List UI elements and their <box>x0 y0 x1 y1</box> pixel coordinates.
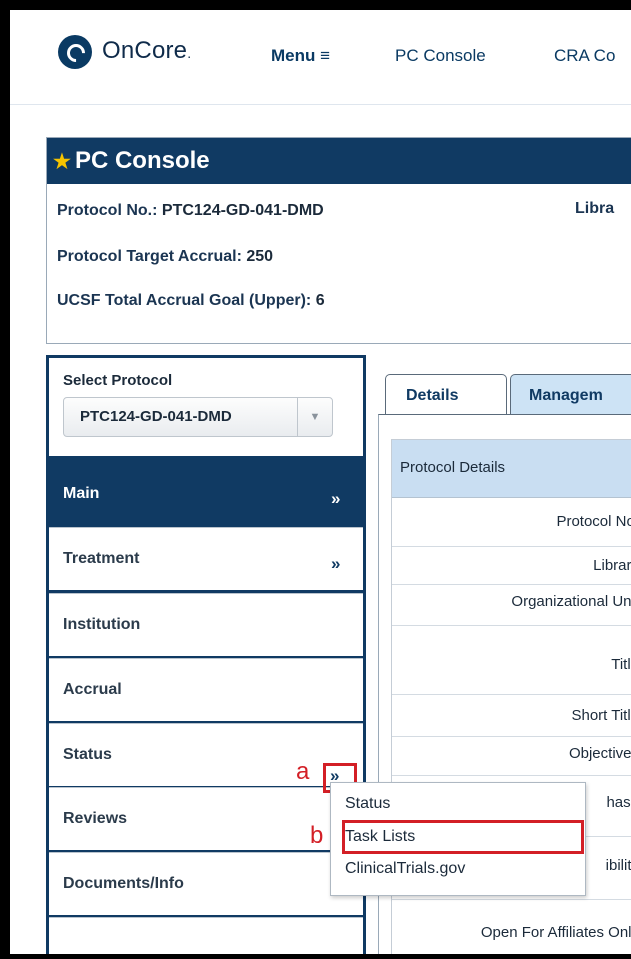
page-title: ★ PC Console <box>47 138 631 184</box>
callout-b-label: b <box>310 822 324 849</box>
table-row: Open For Affiliates Only <box>392 900 631 954</box>
dropdown-arrow-icon[interactable]: ▼ <box>297 398 332 436</box>
sidebar-item-main[interactable]: Main » <box>49 463 363 525</box>
oncore-window: OnCore. Menu ≡ PC Console CRA Co ★ PC Con… <box>10 10 631 954</box>
row-label: Objectives <box>568 745 631 762</box>
table-row: Protocol No. <box>392 498 631 547</box>
table-header: Protocol Details <box>392 440 631 498</box>
row-label: Protocol No. <box>556 513 631 530</box>
sidebar-item-documents-info[interactable]: Documents/Info » <box>49 852 363 915</box>
tab-details[interactable]: Details <box>385 374 507 415</box>
brand-name[interactable]: OnCore. <box>102 37 191 65</box>
target-accrual-info: Protocol Target Accrual: 250 <box>57 248 274 265</box>
console-header: ★ PC Console Protocol No.: PTC124-GD-041-… <box>46 137 631 344</box>
accrual-goal-info: UCSF Total Accrual Goal (Upper): 6 <box>57 292 325 309</box>
oncore-logo-icon[interactable] <box>58 35 92 69</box>
sidebar-item-label: Accrual <box>63 681 122 698</box>
table-row: Library <box>392 547 631 585</box>
table-header-label: Protocol Details <box>400 459 506 476</box>
sidebar-item-label: Treatment <box>63 550 140 567</box>
sidebar-item-institution[interactable]: Institution <box>49 593 363 656</box>
table-row: Short Title <box>392 695 631 737</box>
sidebar-item-status[interactable]: Status <box>49 723 363 786</box>
row-label: Short Title <box>571 707 631 724</box>
submenu-item-clinicaltrials[interactable]: ClinicalTrials.gov <box>345 860 465 878</box>
table-row: Organizational Unit <box>392 585 631 626</box>
sidebar-item-accrual[interactable]: Accrual <box>49 658 363 721</box>
sidebar-item-label: Documents/Info <box>63 875 184 892</box>
protocol-select[interactable]: PTC124-GD-041-DMD ▼ <box>63 397 333 437</box>
row-label: Open For Affiliates Only <box>480 924 631 941</box>
callout-a-label: a <box>296 758 310 785</box>
tab-management[interactable]: Managem <box>510 374 631 415</box>
sidebar-item-label: Institution <box>63 616 141 633</box>
nav-pc-console[interactable]: PC Console <box>395 46 486 66</box>
sidebar-item-label: Reviews <box>63 810 128 827</box>
nav-cra-console[interactable]: CRA Co <box>554 46 615 66</box>
chevron-right-icon[interactable]: » <box>331 489 340 509</box>
sidebar-item-label: Main <box>63 485 100 502</box>
select-protocol-box: Select Protocol PTC124-GD-041-DMD ▼ <box>49 358 363 456</box>
row-label: Organizational Unit <box>511 593 631 610</box>
sidebar: Select Protocol PTC124-GD-041-DMD ▼ Main… <box>46 355 366 954</box>
chevron-right-icon[interactable]: » <box>331 554 340 574</box>
menu-button[interactable]: Menu ≡ <box>271 46 330 66</box>
row-label: ibility <box>605 857 631 874</box>
row-label: Title <box>611 656 631 673</box>
select-protocol-label: Select Protocol <box>63 372 173 389</box>
row-label: hase <box>606 794 631 811</box>
selected-protocol-value: PTC124-GD-041-DMD <box>80 408 232 425</box>
sidebar-item-treatment[interactable]: Treatment » <box>49 527 363 590</box>
table-row: Objectives <box>392 737 631 776</box>
row-label: Library <box>593 557 631 574</box>
library-info-label: Libra <box>575 200 615 217</box>
sidebar-item-next[interactable] <box>49 917 363 954</box>
star-icon[interactable]: ★ <box>53 151 71 173</box>
submenu-item-status[interactable]: Status <box>345 795 390 813</box>
table-row: Title <box>392 626 631 695</box>
top-navigation-bar: OnCore. Menu ≡ PC Console CRA Co <box>10 10 631 105</box>
callout-b-highlight <box>342 820 584 854</box>
sidebar-item-label: Status <box>63 746 112 763</box>
protocol-number-info: Protocol No.: PTC124-GD-041-DMD <box>57 202 324 219</box>
